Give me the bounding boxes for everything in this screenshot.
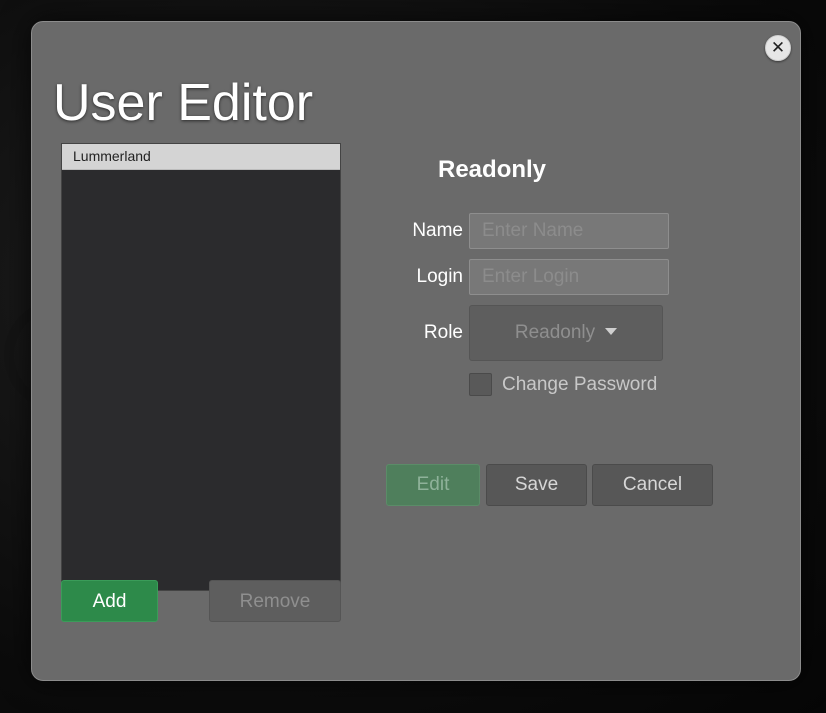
- role-dropdown[interactable]: Readonly: [469, 305, 663, 361]
- login-field[interactable]: [469, 259, 669, 295]
- change-password-label: Change Password: [502, 373, 658, 395]
- user-list-item[interactable]: Lummerland: [62, 144, 340, 170]
- role-label: Role: [423, 322, 463, 343]
- login-label: Login: [416, 266, 464, 287]
- form-title: Readonly: [438, 156, 547, 183]
- cancel-button[interactable]: Cancel: [592, 464, 713, 506]
- caret-down-icon: [605, 328, 618, 335]
- close-icon[interactable]: ✕: [765, 35, 791, 61]
- user-list: Lummerland: [61, 143, 341, 591]
- remove-user-button: Remove: [209, 580, 341, 622]
- user-editor-dialog: ✕ User Editor Lummerland Add Remove Read…: [31, 21, 801, 681]
- role-dropdown-value: Readonly: [514, 322, 596, 343]
- change-password-checkbox[interactable]: [469, 373, 492, 396]
- dialog-title: User Editor: [53, 74, 314, 132]
- add-user-button[interactable]: Add: [61, 580, 158, 622]
- edit-button: Edit: [386, 464, 480, 506]
- name-field[interactable]: [469, 213, 669, 249]
- save-button[interactable]: Save: [486, 464, 587, 506]
- name-label: Name: [412, 220, 463, 241]
- change-password-row[interactable]: Change Password: [469, 372, 657, 397]
